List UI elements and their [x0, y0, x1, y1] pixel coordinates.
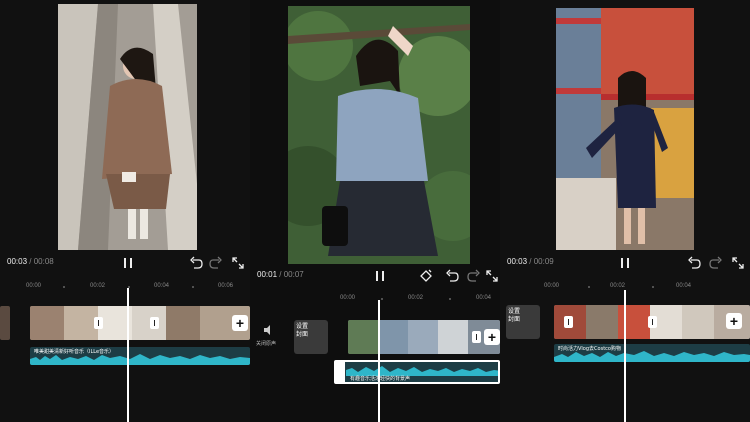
keyframe-icon[interactable]	[418, 268, 434, 284]
ruler-tick: 00:06	[218, 283, 234, 289]
clip-frame	[348, 320, 378, 354]
clip-frame	[408, 320, 438, 354]
audio-track-label: 时尚活力Vlog去Costco购物	[558, 346, 621, 352]
clip-frame	[586, 305, 618, 339]
ruler-tick: 00:00	[26, 283, 42, 289]
redo-icon[interactable]	[466, 268, 482, 284]
video-preview[interactable]	[556, 8, 694, 250]
ruler-tick: 00:02	[408, 295, 424, 301]
clip-frame	[438, 320, 468, 354]
editor-panel-2: 00:01 / 00:07 00:00 00:02 00:04 关闭原声 设置 …	[250, 0, 500, 422]
undo-icon[interactable]	[444, 268, 460, 284]
video-preview[interactable]	[58, 4, 197, 250]
set-cover-label: 设置 封面	[296, 323, 309, 338]
preview-image-woman-navy-dress	[556, 8, 694, 250]
clip-frame	[166, 306, 200, 340]
clip-frame	[132, 306, 166, 340]
pause-icon[interactable]	[120, 255, 136, 271]
add-clip-icon[interactable]: +	[232, 315, 248, 331]
playhead[interactable]	[378, 300, 380, 422]
total-time: / 00:09	[529, 257, 554, 266]
current-time: 00:03	[7, 257, 28, 266]
audio-track-label: 有趣音乐活泼轻快的背景声	[350, 376, 411, 382]
ruler-tick: 00:02	[90, 283, 106, 289]
set-cover-button[interactable]: 设置 封面	[294, 320, 328, 354]
transition-icon[interactable]	[648, 316, 657, 328]
time-ruler: 00:00 00:02 00:04	[250, 292, 500, 306]
timecode: 00:01 / 00:07	[257, 270, 304, 279]
fullscreen-icon[interactable]	[730, 255, 746, 271]
editor-panel-3: 00:03 / 00:09 00:00 00:02 00:04 设置 封面 + …	[500, 0, 750, 422]
playhead[interactable]	[624, 290, 626, 422]
clip-frame	[682, 305, 714, 339]
ruler-tick: 00:00	[340, 295, 356, 301]
set-cover-label: 设置 封面	[508, 308, 521, 323]
redo-icon[interactable]	[208, 255, 224, 271]
mute-original-label[interactable]: 关闭原声	[256, 340, 276, 347]
total-time: / 00:07	[279, 270, 304, 279]
transition-icon[interactable]	[150, 317, 159, 329]
clip-frame	[618, 305, 650, 339]
speaker-icon[interactable]	[263, 324, 275, 336]
playhead[interactable]	[127, 288, 129, 422]
ruler-tick: 00:02	[610, 283, 626, 289]
ruler-tick: 00:04	[676, 283, 692, 289]
ruler-tick: 00:00	[544, 283, 560, 289]
transition-icon[interactable]	[94, 317, 103, 329]
undo-icon[interactable]	[686, 255, 702, 271]
transition-icon[interactable]	[472, 331, 481, 343]
timecode: 00:03 / 00:09	[507, 257, 554, 266]
fullscreen-icon[interactable]	[230, 255, 246, 271]
preview-image-woman-grey-sweater	[288, 6, 470, 264]
clip-frame	[30, 306, 64, 340]
audio-track[interactable]: 唯美甜美清新好听音乐（ILLe音乐）	[30, 347, 250, 365]
audio-track-selected[interactable]: 有趣音乐活泼轻快的背景声	[334, 360, 500, 384]
current-time: 00:03	[507, 257, 528, 266]
add-clip-icon[interactable]: +	[484, 329, 500, 345]
clip-frame	[378, 320, 408, 354]
video-clip-track[interactable]	[30, 306, 250, 340]
clip-frame	[64, 306, 98, 340]
video-clip-previous[interactable]	[0, 306, 10, 340]
preview-image-woman-brown-suit	[58, 4, 197, 250]
pause-icon[interactable]	[617, 255, 633, 271]
current-time: 00:01	[257, 270, 278, 279]
undo-icon[interactable]	[188, 255, 204, 271]
playback-bar: 00:01 / 00:07	[250, 266, 500, 290]
redo-icon[interactable]	[708, 255, 724, 271]
playback-bar: 00:03 / 00:08	[0, 253, 250, 277]
time-ruler: 00:00 00:02 00:04 00:06	[0, 280, 250, 294]
playback-bar: 00:03 / 00:09	[500, 253, 750, 277]
ruler-tick: 00:04	[476, 295, 492, 301]
total-time: / 00:08	[29, 257, 54, 266]
audio-track[interactable]: 时尚活力Vlog去Costco购物	[554, 344, 750, 362]
audio-track-label: 唯美甜美清新好听音乐（ILLe音乐）	[34, 349, 115, 355]
pause-icon[interactable]	[372, 268, 388, 284]
set-cover-button[interactable]: 设置 封面	[506, 305, 540, 339]
video-preview[interactable]	[288, 6, 470, 264]
add-clip-icon[interactable]: +	[726, 313, 742, 329]
transition-icon[interactable]	[564, 316, 573, 328]
ruler-tick: 00:04	[154, 283, 170, 289]
editor-panel-1: 00:03 / 00:08 00:00 00:02 00:04 00:06 + …	[0, 0, 250, 422]
timecode: 00:03 / 00:08	[7, 257, 54, 266]
fullscreen-icon[interactable]	[484, 268, 500, 284]
